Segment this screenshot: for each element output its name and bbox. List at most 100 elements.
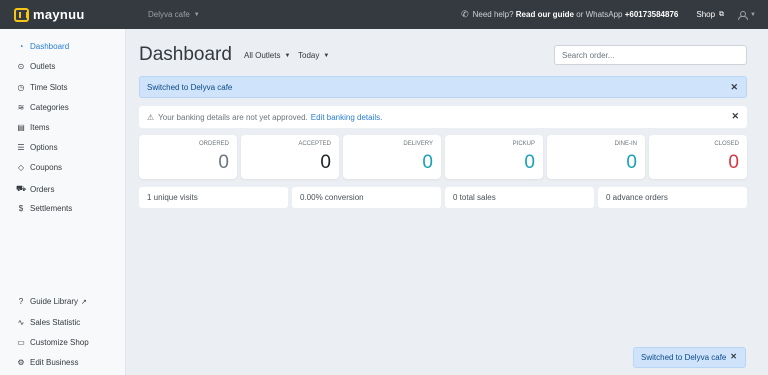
sidebar-item-outlets[interactable]: ⊙ Outlets bbox=[16, 62, 56, 71]
stat-value: 0 bbox=[524, 152, 535, 173]
map-pin-icon: ⊙ bbox=[17, 62, 25, 71]
close-icon[interactable]: ✕ bbox=[731, 111, 739, 122]
warning-alert: ⚠ Your banking details are not yet appro… bbox=[139, 106, 747, 128]
page-title: Dashboard bbox=[139, 44, 232, 65]
stat-label: DELIVERY bbox=[403, 141, 433, 147]
sidebar-item-customize-shop[interactable]: ▭ Customize Shop bbox=[16, 338, 89, 347]
store-switcher[interactable]: Delyva cafe ▼ bbox=[148, 10, 200, 19]
sidebar-item-guide-library[interactable]: ? Guide Library ↗ bbox=[16, 297, 87, 306]
toast-text: Switched to Delyva cafe bbox=[641, 353, 727, 362]
chart-line-icon: ∿ bbox=[17, 318, 25, 327]
metric-advance-orders: 0 advance orders bbox=[598, 187, 747, 208]
brand-logo-icon bbox=[14, 7, 29, 22]
stat-value: 0 bbox=[218, 152, 229, 173]
whatsapp-link[interactable]: +60173584876 bbox=[625, 10, 679, 19]
stat-value: 0 bbox=[728, 152, 739, 173]
stat-card-closed[interactable]: CLOSED 0 bbox=[649, 135, 747, 179]
sidebar-item-time-slots[interactable]: ◷ Time Slots bbox=[16, 83, 68, 92]
sidebar-item-label: Customize Shop bbox=[30, 338, 89, 347]
phone-icon: ✆ bbox=[461, 9, 469, 19]
sliders-icon: ☰ bbox=[17, 143, 25, 152]
date-filter-dropdown[interactable]: Today ▼ bbox=[298, 51, 329, 60]
tag-icon: ◇ bbox=[17, 163, 25, 172]
stat-label: PICKUP bbox=[512, 141, 535, 147]
sidebar-item-label: Items bbox=[30, 123, 50, 132]
user-icon bbox=[738, 10, 749, 20]
metric-unique-visits: 1 unique visits bbox=[139, 187, 288, 208]
shop-link[interactable]: Shop ⧉ bbox=[696, 10, 724, 19]
tachometer-icon: ◔ bbox=[18, 42, 24, 51]
sidebar-item-orders[interactable]: ⛟ Orders bbox=[16, 184, 54, 194]
sidebar-item-edit-business[interactable]: ⚙ Edit Business bbox=[16, 358, 78, 367]
search-order-input[interactable] bbox=[554, 45, 747, 65]
stat-card-accepted[interactable]: ACCEPTED 0 bbox=[241, 135, 339, 179]
sidebar-item-label: Orders bbox=[30, 184, 55, 194]
close-icon[interactable]: ✕ bbox=[730, 352, 737, 361]
help-area: ✆ Need help? Read our guide or WhatsApp … bbox=[461, 9, 756, 20]
close-icon[interactable]: ✕ bbox=[730, 82, 738, 93]
stat-value: 0 bbox=[626, 152, 637, 173]
box-icon: ▤ bbox=[17, 123, 25, 132]
sidebar-item-settlements[interactable]: $ Settlements bbox=[16, 204, 72, 213]
outlet-filter-label: All Outlets bbox=[244, 51, 281, 60]
metric-conversion: 0.00% conversion bbox=[292, 187, 441, 208]
sidebar-item-label: Edit Business bbox=[30, 358, 79, 367]
edit-banking-link[interactable]: Edit banking details. bbox=[311, 113, 383, 122]
guide-link[interactable]: Read our guide bbox=[516, 10, 574, 19]
brand-logo[interactable]: maynuu bbox=[14, 7, 148, 22]
sidebar-item-label: Time Slots bbox=[30, 83, 68, 92]
warning-icon: ⚠ bbox=[147, 112, 155, 122]
stat-card-delivery[interactable]: DELIVERY 0 bbox=[343, 135, 441, 179]
sidebar-item-coupons[interactable]: ◇ Coupons bbox=[16, 163, 62, 172]
sidebar-item-label: Dashboard bbox=[30, 42, 70, 51]
stat-label: CLOSED bbox=[714, 141, 739, 147]
sidebar-item-categories[interactable]: ≋ Categories bbox=[16, 103, 69, 112]
warning-text: Your banking details are not yet approve… bbox=[158, 112, 308, 122]
metric-text: 0.00% conversion bbox=[300, 193, 364, 202]
stat-card-dine-in[interactable]: DINE-IN 0 bbox=[547, 135, 645, 179]
shop-label: Shop bbox=[696, 10, 716, 19]
brand-name: maynuu bbox=[33, 7, 85, 22]
sidebar-item-options[interactable]: ☰ Options bbox=[16, 143, 58, 152]
sidebar-item-label: Outlets bbox=[30, 62, 56, 71]
stat-label: ORDERED bbox=[198, 141, 229, 147]
layers-icon: ≋ bbox=[17, 103, 25, 112]
cart-icon: ⛟ bbox=[16, 184, 27, 193]
help-prefix: Need help? bbox=[472, 10, 514, 19]
user-menu[interactable]: ▼ bbox=[738, 10, 756, 20]
sidebar-item-label: Sales Statistic bbox=[30, 318, 81, 327]
sidebar-item-dashboard[interactable]: ◔ Dashboard bbox=[16, 42, 70, 51]
store-name: Delyva cafe bbox=[148, 10, 190, 19]
gear-icon: ⚙ bbox=[17, 358, 25, 367]
sidebar-item-label: Options bbox=[30, 143, 58, 152]
clock-icon: ◷ bbox=[17, 83, 25, 92]
metric-total-sales: 0 total sales bbox=[445, 187, 594, 208]
question-icon: ? bbox=[18, 297, 24, 306]
date-filter-label: Today bbox=[298, 51, 320, 60]
info-alert: Switched to Delyva cafe ✕ bbox=[139, 76, 747, 98]
top-navbar: maynuu Delyva cafe ▼ ✆ Need help? Read o… bbox=[0, 0, 768, 29]
sidebar-item-sales-statistic[interactable]: ∿ Sales Statistic bbox=[16, 318, 81, 327]
sidebar-item-items[interactable]: ▤ Items bbox=[16, 123, 50, 132]
chevron-down-icon: ▼ bbox=[284, 52, 291, 59]
info-alert-text: Switched to Delyva cafe bbox=[147, 82, 233, 92]
stat-card-ordered[interactable]: ORDERED 0 bbox=[139, 135, 237, 179]
chevron-down-icon: ▼ bbox=[193, 11, 200, 18]
stat-label: ACCEPTED bbox=[298, 141, 331, 147]
sidebar-item-label: Settlements bbox=[30, 204, 73, 213]
whatsapp-prefix: or WhatsApp bbox=[576, 10, 623, 19]
metric-text: 0 advance orders bbox=[606, 193, 668, 202]
metric-text: 0 total sales bbox=[453, 193, 496, 202]
metric-text: 1 unique visits bbox=[147, 193, 198, 202]
toast-notification: Switched to Delyva cafe ✕ bbox=[633, 347, 746, 368]
stat-label: DINE-IN bbox=[614, 141, 637, 147]
sidebar-item-label: Categories bbox=[30, 103, 69, 112]
external-link-icon: ⧉ bbox=[719, 10, 725, 18]
brush-icon: ▭ bbox=[17, 338, 25, 347]
stat-card-pickup[interactable]: PICKUP 0 bbox=[445, 135, 543, 179]
sidebar-item-label: Coupons bbox=[30, 163, 63, 172]
outlet-filter-dropdown[interactable]: All Outlets ▼ bbox=[244, 51, 290, 60]
arrow-up-right-icon: ↗ bbox=[81, 298, 87, 306]
stat-value: 0 bbox=[320, 152, 331, 173]
stat-value: 0 bbox=[422, 152, 433, 173]
